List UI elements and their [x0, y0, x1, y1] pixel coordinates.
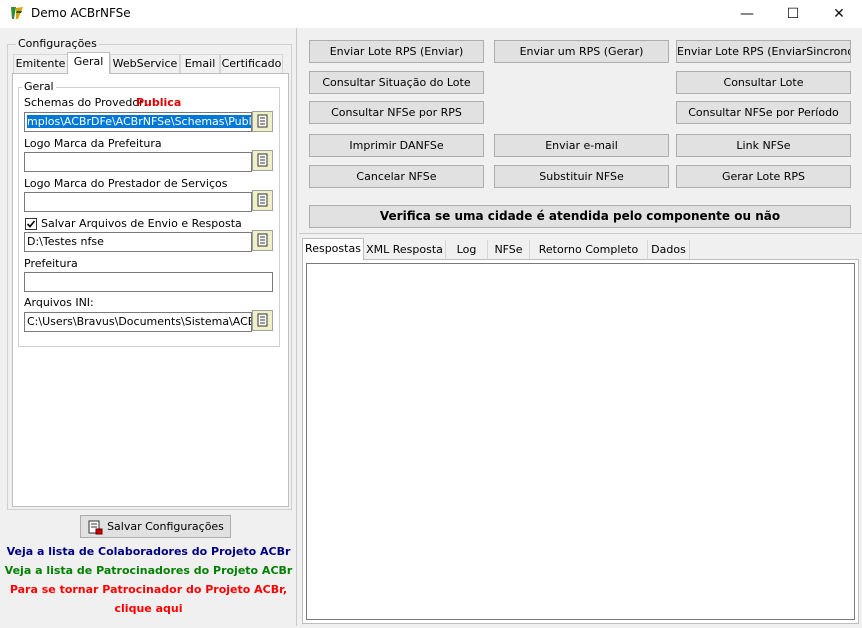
result-tab-xml-resposta[interactable]: XML Resposta: [364, 240, 446, 259]
config-group-title: Configurações: [16, 37, 99, 50]
tornar-patrocinador-link-line1[interactable]: Para se tornar Patrocinador do Projeto A…: [0, 583, 297, 596]
minimize-button[interactable]: —: [724, 0, 770, 28]
respostas-memo[interactable]: [306, 263, 855, 620]
checkmark-icon: [26, 220, 36, 228]
tab-webservice[interactable]: WebService: [110, 54, 180, 73]
schemas-provider-name: Publica: [136, 96, 182, 109]
folder-browse-icon: [257, 114, 268, 128]
tab-emitente[interactable]: Emitente: [13, 54, 68, 73]
prefeitura-input[interactable]: [24, 272, 273, 292]
geral-group-title: Geral: [22, 80, 56, 93]
actions-divider: [299, 233, 862, 234]
logo-prefeitura-label: Logo Marca da Prefeitura: [24, 137, 162, 150]
consultar-lote-button[interactable]: Consultar Lote: [676, 71, 851, 94]
result-tab-log[interactable]: Log: [446, 240, 488, 259]
logo-prestador-label: Logo Marca do Prestador de Serviços: [24, 177, 228, 190]
respostas-tab-page: [302, 259, 859, 624]
verifica-cidade-button[interactable]: Verifica se uma cidade é atendida pelo c…: [309, 205, 851, 228]
folder-browse-icon: [257, 153, 268, 167]
arquivos-ini-input[interactable]: C:\Users\Bravus\Documents\Sistema\ACBR\: [24, 312, 252, 332]
salvar-path-input[interactable]: D:\Testes nfse: [24, 232, 252, 252]
colaboradores-link[interactable]: Veja a lista de Colaboradores do Projeto…: [0, 545, 297, 558]
title-bar: Demo ACBrNFSe — ☐ ✕: [0, 0, 862, 28]
schemas-browse-button[interactable]: [252, 111, 273, 132]
consultar-situacao-lote-button[interactable]: Consultar Situação do Lote: [309, 71, 484, 94]
logo-prestador-browse-button[interactable]: [252, 190, 273, 211]
salvar-arquivos-checkbox[interactable]: [25, 218, 37, 230]
result-tab-dados[interactable]: Dados: [648, 240, 690, 259]
arquivos-ini-label: Arquivos INI:: [24, 296, 94, 309]
result-tab-retorno-completo[interactable]: Retorno Completo WS: [530, 240, 648, 275]
salvar-configuracoes-button[interactable]: Salvar Configurações: [80, 515, 231, 538]
logo-prestador-input[interactable]: [24, 192, 252, 212]
acbr-app-icon: [11, 7, 23, 19]
enviar-um-rps-button[interactable]: Enviar um RPS (Gerar): [494, 40, 669, 63]
folder-browse-icon: [257, 233, 268, 247]
logo-prefeitura-input[interactable]: [24, 152, 252, 172]
enviar-lote-rps-button[interactable]: Enviar Lote RPS (Enviar): [309, 40, 484, 63]
consultar-nfse-por-periodo-button[interactable]: Consultar NFSe por Período: [676, 101, 851, 124]
salvar-path-browse-button[interactable]: [252, 230, 273, 251]
tab-certificado[interactable]: Certificado: [220, 54, 283, 73]
maximize-button[interactable]: ☐: [770, 0, 816, 28]
result-tab-respostas[interactable]: Respostas: [302, 238, 364, 260]
folder-browse-icon: [257, 313, 268, 327]
window-title: Demo ACBrNFSe: [31, 6, 131, 20]
consultar-nfse-por-rps-button[interactable]: Consultar NFSe por RPS: [309, 101, 484, 124]
patrocinadores-link[interactable]: Veja a lista de Patrocinadores do Projet…: [0, 564, 297, 577]
schemas-path-input[interactable]: mplos\ACBrDFe\ACBrNFSe\Schemas\Publica: [24, 112, 252, 132]
schemas-label: Schemas do Provedor:: [24, 96, 148, 109]
tornar-patrocinador-link-line2[interactable]: clique aqui: [0, 602, 297, 615]
prefeitura-label: Prefeitura: [24, 257, 78, 270]
arquivos-ini-browse-button[interactable]: [252, 310, 273, 331]
cancelar-nfse-button[interactable]: Cancelar NFSe: [309, 165, 484, 188]
link-nfse-button[interactable]: Link NFSe: [676, 134, 851, 157]
save-config-icon: [88, 520, 103, 534]
close-button[interactable]: ✕: [816, 0, 862, 28]
enviar-lote-sincrono-button[interactable]: Enviar Lote RPS (EnviarSincrono): [676, 40, 851, 63]
logo-prefeitura-browse-button[interactable]: [252, 150, 273, 171]
enviar-email-button[interactable]: Enviar e-mail: [494, 134, 669, 157]
imprimir-danfse-button[interactable]: Imprimir DANFSe: [309, 134, 484, 157]
gerar-lote-rps-button[interactable]: Gerar Lote RPS: [676, 165, 851, 188]
folder-browse-icon: [257, 193, 268, 207]
salvar-arquivos-label: Salvar Arquivos de Envio e Resposta: [41, 217, 242, 230]
substituir-nfse-button[interactable]: Substituir NFSe: [494, 165, 669, 188]
salvar-configuracoes-label: Salvar Configurações: [107, 520, 224, 533]
tab-email[interactable]: Email: [180, 54, 220, 73]
result-tab-nfse[interactable]: NFSe: [488, 240, 530, 259]
tab-geral[interactable]: Geral: [67, 52, 110, 74]
